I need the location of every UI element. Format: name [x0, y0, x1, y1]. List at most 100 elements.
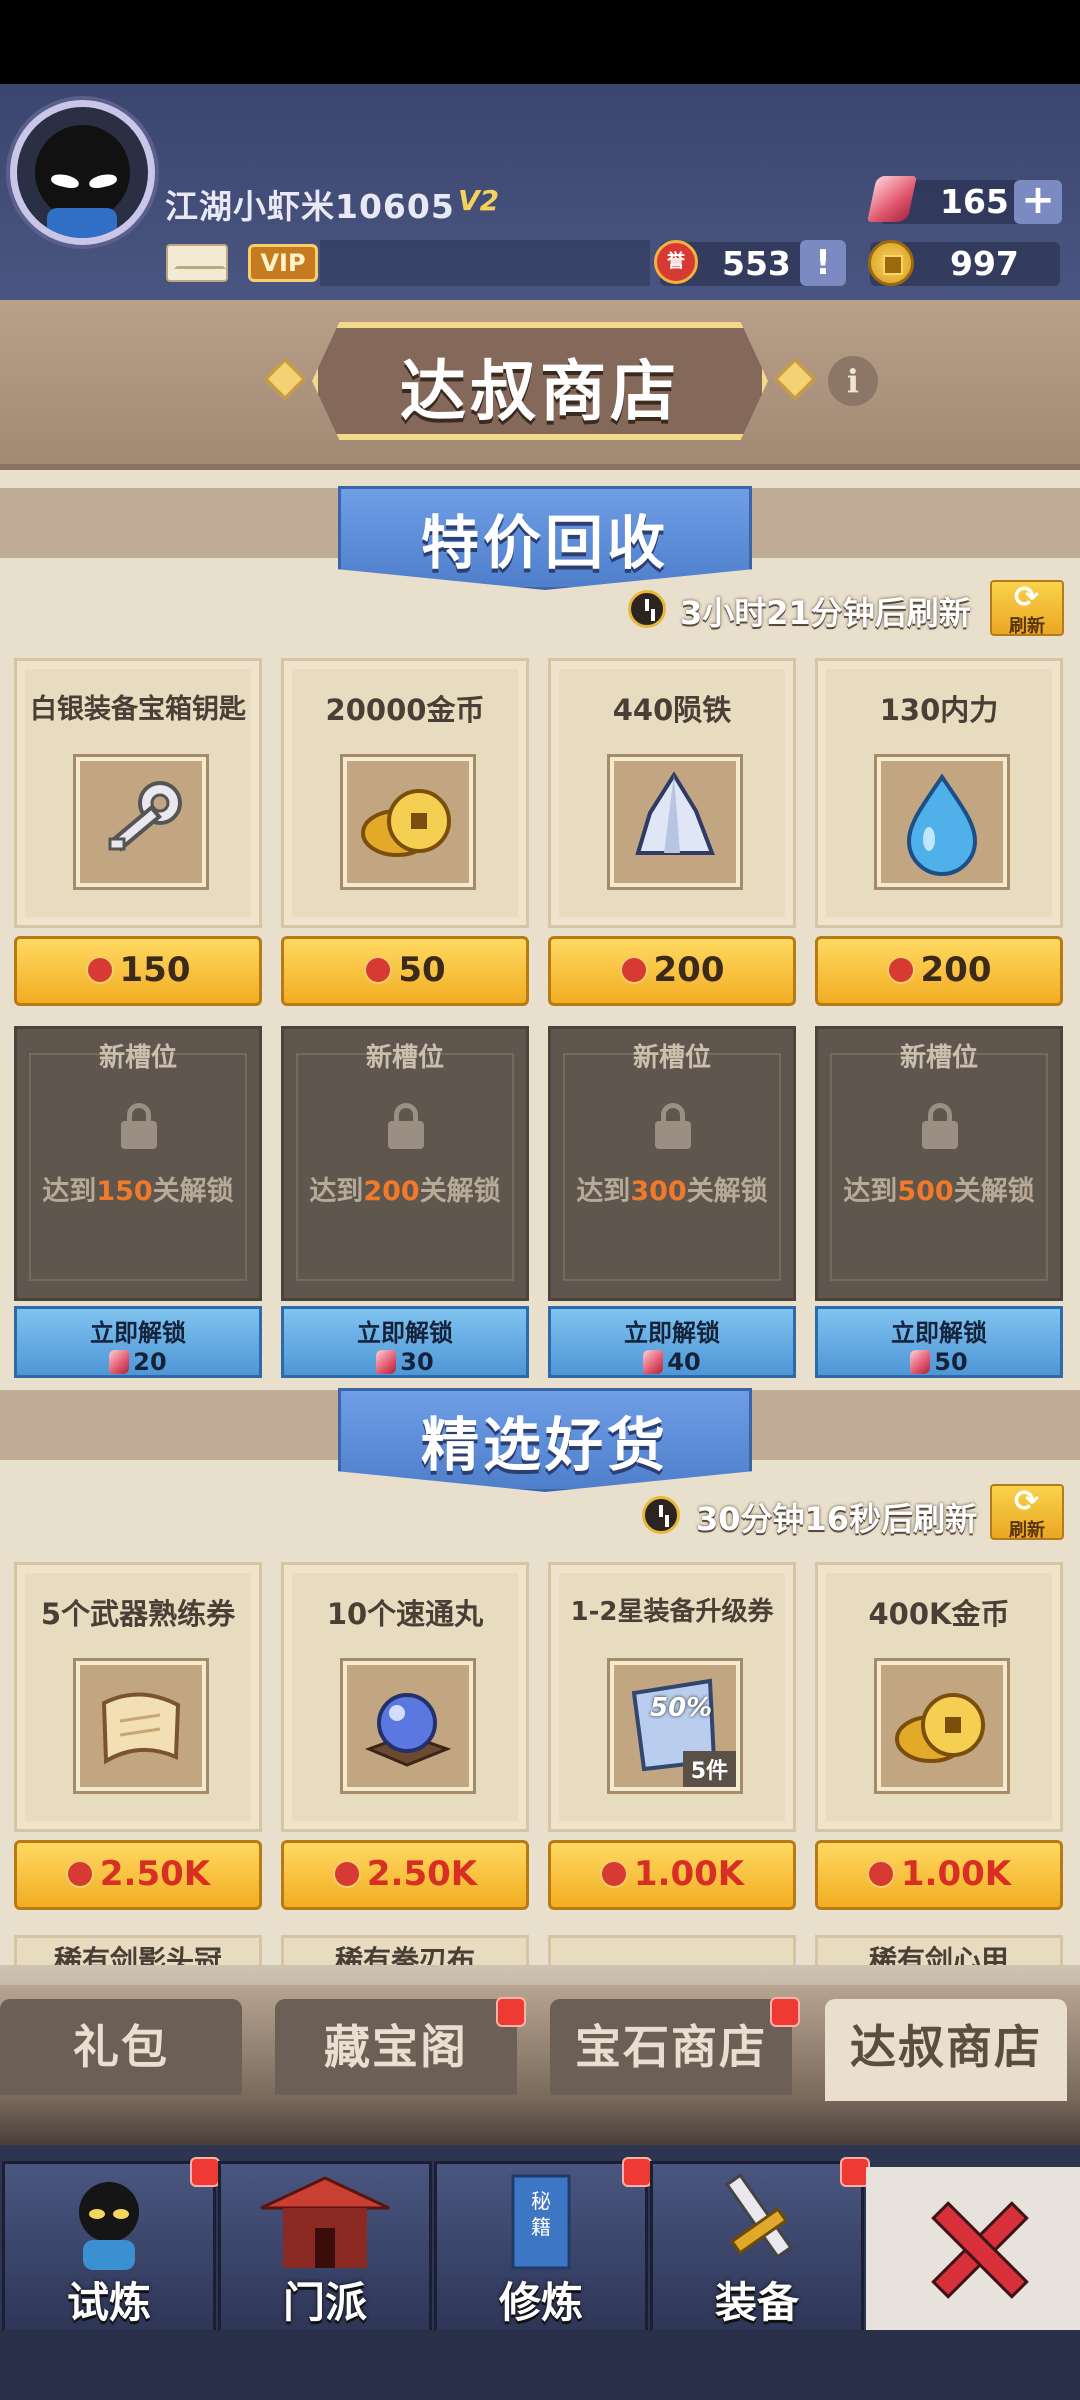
tab-uncle-shop[interactable]: 达叔商店 [825, 1999, 1067, 2101]
slot-label: 新槽位 [98, 1043, 177, 1073]
unlock-requirement: 达到500关解锁 [843, 1176, 1035, 1207]
gem-icon [910, 1350, 931, 1374]
water-drop-icon [877, 757, 1007, 887]
buy-button[interactable]: 150 [14, 936, 262, 1006]
player-name: 江湖小虾米10605 [165, 187, 455, 226]
unlock-now-button[interactable]: 立即解锁 20 [14, 1306, 262, 1378]
item-name: 130内力 [879, 693, 999, 727]
shop-item-card-partial[interactable]: 稀有拳刃布 [281, 1935, 529, 1965]
item-count-badge: 5件 [682, 1751, 736, 1787]
token-icon [599, 1860, 628, 1888]
temple-icon [260, 2176, 390, 2268]
gold-coins-icon [343, 757, 473, 887]
nav-equipment[interactable]: 装备 [650, 2161, 864, 2341]
buy-button[interactable]: 2.50K [281, 1840, 529, 1910]
item-name: 1-2星装备升级券 [570, 1597, 774, 1627]
nav-sect[interactable]: 门派 [218, 2161, 432, 2341]
locked-slot: 新槽位 达到500关解锁 [815, 1026, 1063, 1301]
locked-slot: 新槽位 达到200关解锁 [281, 1026, 529, 1301]
shop-item-card-partial[interactable]: 稀有剑影头冠 [14, 1935, 262, 1965]
gem-icon [376, 1350, 397, 1374]
refresh-button[interactable]: 刷新 [990, 1484, 1064, 1541]
shop-item-card[interactable]: 白银装备宝箱钥匙 [14, 658, 262, 928]
shop-item-card[interactable]: 400K金币 [815, 1562, 1063, 1832]
notification-dot [496, 1997, 526, 2027]
item-name: 440陨铁 [612, 693, 732, 727]
crystal-ball-icon [343, 1661, 473, 1791]
close-button[interactable] [866, 2167, 1080, 2333]
buy-button[interactable]: 200 [548, 936, 796, 1006]
vip-badge[interactable]: VIP [248, 244, 318, 282]
lock-icon [121, 1103, 157, 1149]
sword-icon [725, 2173, 793, 2259]
meteor-iron-icon [610, 757, 740, 887]
section-title-special: 特价回收 [420, 509, 669, 577]
add-gems-button[interactable]: + [1014, 180, 1062, 224]
bottom-bar [0, 2330, 1080, 2400]
special-refresh-timer: 3小时21分钟后刷新 [680, 594, 971, 632]
notification-dot [770, 1997, 800, 2027]
unlock-now-button[interactable]: 立即解锁 30 [281, 1306, 529, 1378]
token-info-button[interactable]: ! [800, 240, 846, 286]
shop-item-card[interactable]: 5个武器熟练券 [14, 1562, 262, 1832]
shop-item-card[interactable]: 20000金币 [281, 658, 529, 928]
token-icon [866, 1860, 895, 1888]
buy-button[interactable]: 1.00K [548, 1840, 796, 1910]
player-level: V2 [458, 184, 500, 217]
buy-button[interactable]: 1.00K [815, 1840, 1063, 1910]
tab-gift-pack[interactable]: 礼包 [0, 1999, 242, 2095]
nav-cultivate[interactable]: 秘籍 修炼 [434, 2161, 648, 2341]
item-name: 20000金币 [325, 693, 485, 727]
lock-icon [922, 1103, 958, 1149]
player-avatar[interactable] [10, 100, 155, 245]
shop-item-card-partial[interactable] [548, 1935, 796, 1965]
upgrade-ticket-icon: 50% 5件 [610, 1661, 740, 1791]
unlock-requirement: 达到300关解锁 [576, 1176, 768, 1207]
locked-slot: 新槽位 达到300关解锁 [548, 1026, 796, 1301]
nav-trial[interactable]: 试炼 [2, 2161, 216, 2341]
locked-slot: 新槽位 达到150关解锁 [14, 1026, 262, 1301]
unlock-now-button[interactable]: 立即解锁 40 [548, 1306, 796, 1378]
notification-dot [622, 2157, 652, 2187]
info-button[interactable]: i [828, 356, 878, 406]
secret-book-icon: 秘籍 [511, 2174, 571, 2270]
status-bar [0, 0, 1080, 84]
shop-item-card[interactable]: 1-2星装备升级券 50% 5件 [548, 1562, 796, 1832]
item-name: 5个武器熟练券 [40, 1597, 236, 1631]
tab-treasure-pavilion[interactable]: 藏宝阁 [275, 1999, 517, 2095]
refresh-button[interactable]: 刷新 [990, 580, 1064, 637]
token-icon [886, 956, 915, 984]
key-icon [76, 757, 206, 887]
shop-panel: 达叔商店 i 特价回收 3小时21分钟后刷新 刷新 白银装备宝箱钥匙 20000… [0, 300, 1080, 2000]
token-icon [364, 956, 393, 984]
header-strip [320, 240, 650, 286]
shop-item-card[interactable]: 130内力 [815, 658, 1063, 928]
shop-item-card-partial[interactable]: 稀有剑心甲 [815, 1935, 1063, 1965]
buy-button[interactable]: 200 [815, 936, 1063, 1006]
token-count: 553 [722, 244, 791, 283]
token-icon: 誉 [654, 240, 698, 284]
shop-item-card[interactable]: 10个速通丸 [281, 1562, 529, 1832]
notification-dot [190, 2157, 220, 2187]
scarf-icon [47, 208, 117, 238]
unlock-now-button[interactable]: 立即解锁 50 [815, 1306, 1063, 1378]
lock-icon [655, 1103, 691, 1149]
item-name: 白银装备宝箱钥匙 [30, 694, 246, 725]
buy-button[interactable]: 50 [281, 936, 529, 1006]
item-name: 10个速通丸 [326, 1597, 484, 1631]
discount-badge: 50% [650, 1693, 713, 1723]
svg-text:秘: 秘 [531, 2189, 551, 2213]
ninja-face-icon [35, 125, 130, 220]
slot-label: 新槽位 [632, 1043, 711, 1073]
mail-icon[interactable] [166, 244, 228, 282]
token-icon [65, 1860, 94, 1888]
scroll-icon [76, 1661, 206, 1791]
token-icon [85, 956, 114, 984]
tab-gem-shop[interactable]: 宝石商店 [550, 1999, 792, 2095]
shop-title: 达叔商店 [400, 353, 680, 430]
buy-button[interactable]: 2.50K [14, 1840, 262, 1910]
gem-count: 165 [940, 182, 1009, 221]
token-icon [332, 1860, 361, 1888]
token-icon [619, 956, 648, 984]
shop-item-card[interactable]: 440陨铁 [548, 658, 796, 928]
